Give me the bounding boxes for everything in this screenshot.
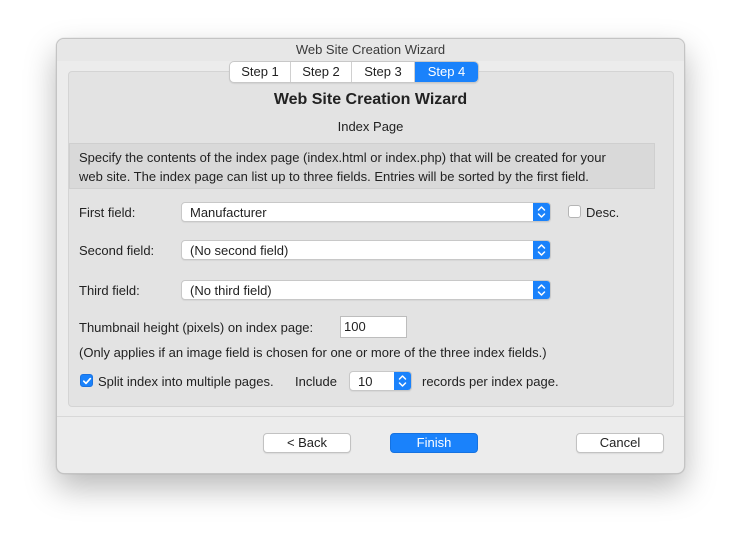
desc-label: Desc. [586,205,620,220]
thumbnail-height-input[interactable]: 100 [340,316,407,338]
wizard-window: Web Site Creation Wizard Step 1 Step 2 S… [56,38,685,474]
tab-step-4[interactable]: Step 4 [415,62,478,82]
split-index-label: Split index into multiple pages. [98,374,274,389]
description-line-1: Specify the contents of the index page (… [79,150,606,165]
chevron-updown-icon [533,203,550,221]
first-field-value: Manufacturer [190,205,267,220]
third-field-value: (No third field) [190,283,272,298]
chevron-updown-icon [394,372,411,390]
window-title: Web Site Creation Wizard [57,39,684,61]
step-tabs: Step 1 Step 2 Step 3 Step 4 [229,61,479,83]
tab-step-3[interactable]: Step 3 [352,62,415,82]
records-per-page-value: 10 [358,374,373,389]
desc-checkbox[interactable] [568,205,581,218]
third-field-label: Third field: [79,283,140,298]
records-per-page-select[interactable]: 10 [349,371,412,391]
cancel-button[interactable]: Cancel [576,433,664,453]
finish-button[interactable]: Finish [390,433,478,453]
checkmark-icon [82,377,92,385]
description-box: Specify the contents of the index page (… [69,143,655,189]
chevron-updown-icon [533,281,550,299]
third-field-select[interactable]: (No third field) [181,280,551,300]
tab-step-1[interactable]: Step 1 [230,62,291,82]
thumbnail-note: (Only applies if an image field is chose… [79,345,547,360]
thumbnail-height-label: Thumbnail height (pixels) on index page: [79,320,314,335]
include-label: Include [295,374,337,389]
first-field-label: First field: [79,205,136,220]
tab-step-2[interactable]: Step 2 [291,62,352,82]
wizard-subheading: Index Page [337,119,404,134]
second-field-label: Second field: [79,243,155,258]
description-line-2: web site. The index page can list up to … [79,169,589,184]
footer-divider [57,416,684,417]
second-field-value: (No second field) [190,243,289,258]
chevron-updown-icon [533,241,550,259]
back-button[interactable]: < Back [263,433,351,453]
first-field-select[interactable]: Manufacturer [181,202,551,222]
wizard-heading: Web Site Creation Wizard [273,91,468,108]
split-index-checkbox[interactable] [80,374,93,387]
second-field-select[interactable]: (No second field) [181,240,551,260]
records-per-page-label: records per index page. [422,374,559,389]
